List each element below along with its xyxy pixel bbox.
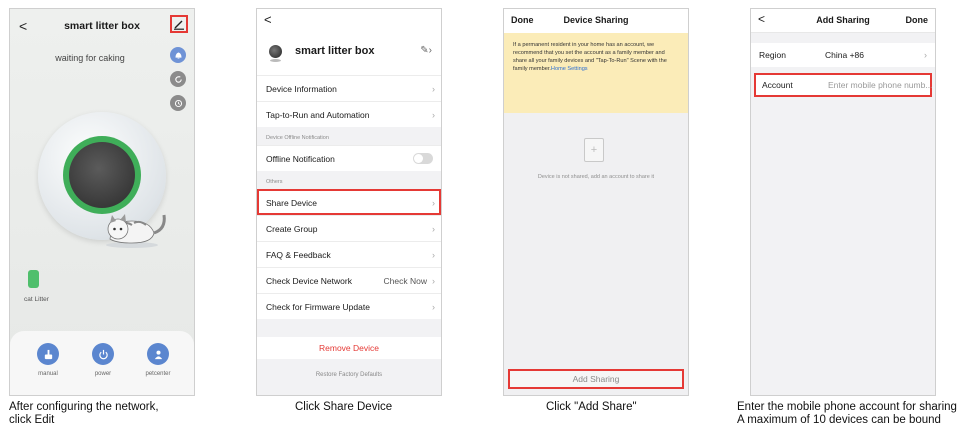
- add-sharing-button[interactable]: Add Sharing: [508, 369, 684, 389]
- top-bar: < smart litter box: [10, 9, 194, 43]
- chevron-right-icon: ›: [432, 197, 435, 208]
- row-check-network[interactable]: Check Device Network Check Now ›: [257, 267, 441, 293]
- row-create-group[interactable]: Create Group ›: [257, 215, 441, 241]
- restore-defaults-button[interactable]: Restore Factory Defaults: [257, 367, 441, 383]
- account-label: Account: [762, 80, 793, 90]
- device-name: smart litter box: [295, 45, 375, 57]
- chevron-right-icon: ›: [432, 223, 435, 234]
- chevron-right-icon: ›: [432, 109, 435, 120]
- back-button[interactable]: <: [264, 12, 272, 27]
- bell-icon[interactable]: [170, 47, 186, 63]
- bottom-dock: manual power petcenter: [10, 331, 194, 395]
- power-icon: [92, 343, 114, 365]
- caption-step-4-line2: A maximum of 10 devices can be bound: [737, 414, 941, 426]
- row-firmware[interactable]: Check for Firmware Update ›: [257, 293, 441, 319]
- family-notice: If a permanent resident in your home has…: [504, 33, 688, 113]
- account-input[interactable]: Enter mobile phone numb...: [828, 80, 932, 90]
- top-bar: < Add Sharing Done: [751, 9, 935, 33]
- timer-icon[interactable]: [170, 95, 186, 111]
- done-button[interactable]: Done: [906, 15, 929, 25]
- row-faq[interactable]: FAQ & Feedback ›: [257, 241, 441, 267]
- litter-label: cat Litter: [24, 296, 49, 303]
- dock-petcenter[interactable]: petcenter: [138, 343, 178, 377]
- region-row[interactable]: Region China +86 ›: [751, 43, 935, 67]
- caption-step-1: After configuring the network, click Edi…: [9, 401, 159, 427]
- empty-state-text: Device is not shared, add an account to …: [537, 174, 655, 180]
- dock-power[interactable]: power: [83, 343, 123, 377]
- device-settings-screen: < smart litter box ✎› Device Information…: [256, 8, 442, 396]
- chevron-right-icon: ›: [432, 275, 435, 286]
- offline-toggle[interactable]: [413, 153, 433, 164]
- row-label: Offline Notification: [266, 153, 335, 164]
- device-sharing-screen: Done Device Sharing If a permanent resid…: [503, 8, 689, 396]
- caption-step-1-line1: After configuring the network,: [9, 401, 159, 413]
- status-text: waiting for caking: [55, 53, 125, 63]
- device-header: smart litter box ✎›: [257, 31, 441, 75]
- refresh-icon[interactable]: [170, 71, 186, 87]
- row-offline-notification: Offline Notification: [257, 145, 441, 171]
- row-label: Tap-to-Run and Automation: [266, 109, 370, 120]
- check-now-value: Check Now: [383, 275, 427, 286]
- chevron-right-icon: ›: [924, 50, 927, 60]
- chevron-right-icon: ›: [432, 301, 435, 312]
- page-title: Device Sharing: [563, 15, 629, 25]
- device-thumbnail: [269, 45, 282, 62]
- row-label: Device Information: [266, 83, 337, 94]
- caption-step-1-line2: click Edit: [9, 414, 55, 426]
- litter-level-bar: [28, 270, 39, 288]
- dock-manual-label: manual: [38, 371, 58, 377]
- account-row[interactable]: Account Enter mobile phone numb...: [754, 73, 932, 97]
- section-offline: Device Offline Notification: [266, 135, 329, 141]
- dock-manual[interactable]: manual: [28, 343, 68, 377]
- pencil-icon: [174, 20, 184, 30]
- row-label: Create Group: [266, 223, 318, 234]
- caption-step-4: Enter the mobile phone account for shari…: [737, 401, 957, 427]
- home-settings-link[interactable]: Home Settings: [551, 66, 588, 72]
- litter-box-home-screen: < smart litter box waiting for caking ca: [9, 8, 195, 396]
- brush-icon: [37, 343, 59, 365]
- cat-illustration: [106, 214, 166, 248]
- region-value: China +86: [825, 50, 864, 60]
- row-label: Share Device: [266, 197, 318, 208]
- row-share-device[interactable]: Share Device ›: [257, 189, 441, 215]
- row-label: Check for Firmware Update: [266, 301, 370, 312]
- caption-step-3: Click "Add Share": [546, 401, 637, 413]
- notice-text: If a permanent resident in your home has…: [513, 42, 667, 72]
- top-bar: Done Device Sharing: [504, 9, 688, 33]
- add-sharing-screen: < Add Sharing Done Region China +86 › Ac…: [750, 8, 936, 396]
- dock-petcenter-label: petcenter: [145, 371, 171, 377]
- remove-device-button[interactable]: Remove Device: [257, 337, 441, 359]
- page-title: smart litter box: [64, 20, 140, 32]
- caption-step-4-line1: Enter the mobile phone account for shari…: [737, 401, 957, 413]
- row-tap-to-run[interactable]: Tap-to-Run and Automation ›: [257, 101, 441, 127]
- edit-name-icon[interactable]: ✎›: [420, 45, 432, 56]
- row-label: Check Device Network: [266, 275, 352, 286]
- dock-power-label: power: [94, 371, 112, 377]
- caption-step-2: Click Share Device: [295, 401, 393, 413]
- section-others: Others: [266, 179, 283, 185]
- edit-button[interactable]: [170, 15, 188, 33]
- pet-icon: [147, 343, 169, 365]
- row-label: FAQ & Feedback: [266, 249, 331, 260]
- row-device-information[interactable]: Device Information ›: [257, 75, 441, 101]
- region-label: Region: [759, 50, 786, 60]
- chevron-right-icon: ›: [432, 83, 435, 94]
- chevron-right-icon: ›: [432, 249, 435, 260]
- top-bar: <: [257, 9, 441, 31]
- document-add-icon: +: [584, 138, 604, 162]
